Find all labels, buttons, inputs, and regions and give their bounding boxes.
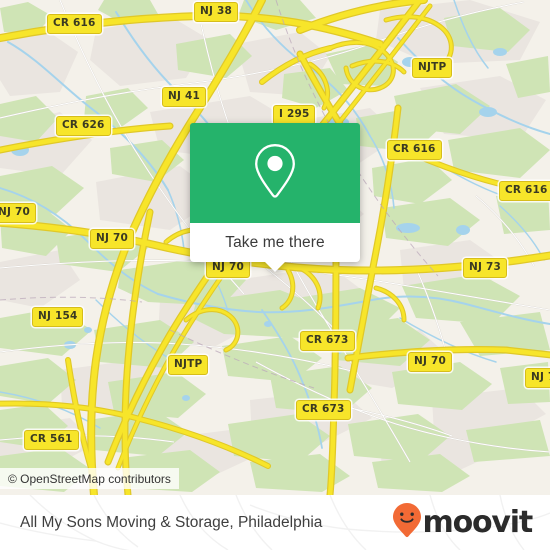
road-shield: NJ 70 — [408, 352, 452, 372]
road-shield: NJ 70 — [0, 203, 36, 223]
take-me-there-label: Take me there — [225, 233, 325, 251]
road-shield: NJ 154 — [32, 307, 84, 327]
road-shield: NJ 73 — [463, 258, 507, 278]
road-shield: NJ 7 — [525, 368, 550, 388]
location-pin-icon — [252, 142, 298, 205]
moovit-map-screenshot: CR 616 NJ 38 NJTP NJ 41 I 295 CR 626 CR … — [0, 0, 550, 550]
road-shield: I 295 — [273, 105, 316, 125]
road-shield: CR 673 — [296, 400, 351, 420]
moovit-brand-logo[interactable]: moovit — [392, 502, 534, 543]
road-shield: NJ 38 — [194, 2, 238, 22]
place-title: All My Sons Moving & Storage, Philadelph… — [20, 513, 323, 531]
moovit-wordmark: moovit — [422, 504, 534, 540]
location-popup-card[interactable]: Take me there — [190, 123, 360, 272]
road-shield: CR 616 — [387, 140, 442, 160]
road-shield: NJTP — [168, 355, 209, 375]
road-shield: CR 616 — [47, 14, 102, 34]
map-canvas[interactable]: CR 616 NJ 38 NJTP NJ 41 I 295 CR 626 CR … — [0, 0, 550, 495]
footer-content: All My Sons Moving & Storage, Philadelph… — [0, 495, 550, 550]
popup-action-bar[interactable]: Take me there — [190, 223, 360, 272]
road-shield: CR 673 — [300, 331, 355, 351]
moovit-smiley-pin-icon — [392, 502, 422, 543]
road-shield: CR 616 — [499, 181, 550, 201]
road-shield: CR 561 — [24, 430, 79, 450]
footer-bar: All My Sons Moving & Storage, Philadelph… — [0, 495, 550, 550]
osm-attribution[interactable]: © OpenStreetMap contributors — [0, 468, 179, 489]
road-shield: NJ 41 — [162, 87, 206, 107]
popup-pin-panel — [190, 123, 360, 223]
popup-pointer-tail — [264, 261, 286, 272]
road-shield: CR 626 — [56, 116, 111, 136]
osm-attribution-text: © OpenStreetMap contributors — [8, 471, 171, 486]
road-shield: NJ 70 — [90, 229, 134, 249]
road-shield: NJTP — [412, 58, 453, 78]
